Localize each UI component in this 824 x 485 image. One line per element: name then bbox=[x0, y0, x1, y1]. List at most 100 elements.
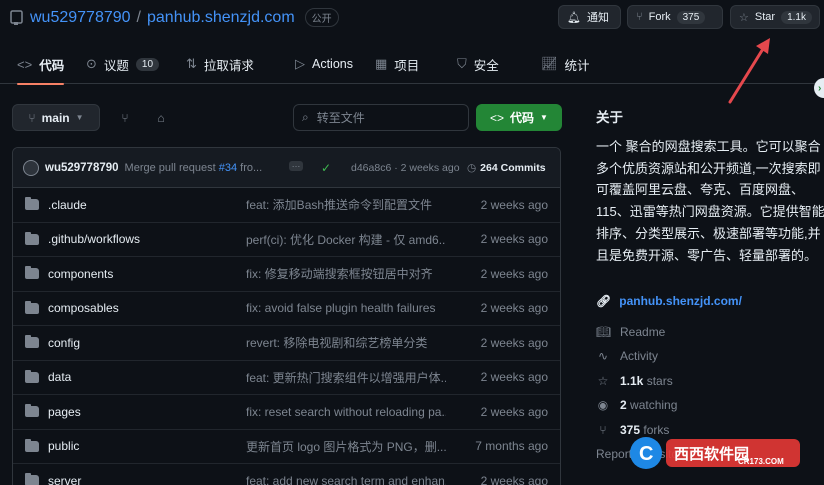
file-name[interactable]: components bbox=[48, 267, 113, 281]
fork-icon: ⑂ bbox=[636, 11, 643, 23]
tab-insights[interactable]: 📈︎ 统计 bbox=[541, 44, 590, 84]
commit-message[interactable]: Merge pull request #34 fro... bbox=[125, 162, 263, 174]
table-row[interactable]: pages fix: reset search without reloading… bbox=[13, 395, 560, 430]
commits-link[interactable]: ◷ 264 Commits bbox=[467, 162, 546, 174]
table-row[interactable]: config revert: 移除电视剧和综艺榜单分类 2 weeks ago bbox=[13, 326, 560, 361]
repo-owner-link[interactable]: wu529778790 bbox=[30, 9, 131, 27]
tab-pull-requests-label: 拉取请求 bbox=[203, 58, 254, 73]
activity-label: Activity bbox=[620, 349, 659, 363]
tab-issues[interactable]: ⊙ 议题 10 bbox=[86, 44, 160, 84]
pull-request-icon: ⇅ bbox=[186, 56, 197, 71]
file-name[interactable]: .github/workflows bbox=[48, 232, 140, 246]
code-button[interactable]: <> 代码 ▼ bbox=[476, 104, 562, 131]
folder-icon bbox=[25, 404, 39, 418]
star-label: Star bbox=[754, 11, 776, 23]
tab-code[interactable]: <> 代码 bbox=[17, 44, 65, 85]
repo-tabs: <> 代码 ⊙ 议题 10 ⇅ 拉取请求 ▷ Actions ▦ 项目 ⛉ 安全… bbox=[0, 44, 824, 85]
chevron-down-icon: ▼ bbox=[75, 113, 84, 122]
table-row[interactable]: server feat: add new search term and enha… bbox=[13, 464, 560, 485]
file-name[interactable]: config bbox=[48, 336, 80, 350]
file-commit-message[interactable]: perf(ci): 优化 Docker 构建 - 仅 amd6... bbox=[246, 231, 446, 248]
fork-icon: ⑂ bbox=[599, 423, 607, 437]
tab-actions[interactable]: ▷ Actions bbox=[295, 44, 353, 84]
code-button-label: 代码 bbox=[510, 111, 535, 125]
fork-button[interactable]: ⑂ Fork 375 bbox=[627, 5, 723, 29]
folder-icon bbox=[25, 197, 39, 211]
commit-sha-time[interactable]: d46a8c6 · 2 weeks ago bbox=[351, 162, 460, 174]
issue-icon: ⊙ bbox=[86, 56, 97, 71]
homepage-link[interactable]: 🔗︎ panhub.shenzjd.com/ bbox=[596, 294, 742, 308]
svg-text:C: C bbox=[639, 443, 653, 465]
branches-button[interactable]: ⑂ bbox=[112, 104, 138, 131]
fork-label: Fork bbox=[648, 11, 671, 23]
go-to-file-search[interactable]: ⌕ bbox=[293, 104, 469, 131]
file-date: 2 weeks ago bbox=[480, 370, 548, 385]
notify-button[interactable]: 🔔︎ 通知 bbox=[558, 5, 621, 29]
tags-button[interactable]: ⌂ bbox=[148, 104, 174, 131]
file-browser: wu529778790 Merge pull request #34 fro..… bbox=[12, 147, 561, 485]
about-description: 一个 聚合的网盘搜索工具。它可以聚合多个优质资源站和公开频道,一次搜索即可覆盖阿… bbox=[596, 139, 824, 263]
repo-name-link[interactable]: panhub.shenzjd.com bbox=[147, 9, 295, 27]
tab-insights-label: 统计 bbox=[564, 58, 590, 73]
tab-issues-label: 议题 bbox=[103, 58, 129, 73]
file-name[interactable]: composables bbox=[48, 301, 119, 315]
star-count: 1.1k bbox=[781, 10, 812, 24]
tab-projects[interactable]: ▦ 项目 bbox=[375, 44, 419, 84]
file-commit-message[interactable]: revert: 移除电视剧和综艺榜单分类 bbox=[246, 334, 427, 351]
tab-code-label: 代码 bbox=[39, 58, 65, 73]
folder-icon bbox=[25, 369, 39, 383]
tag-icon: ⌂ bbox=[157, 110, 165, 125]
file-commit-message[interactable]: 更新首页 logo 图片格式为 PNG，删... bbox=[246, 438, 446, 455]
book-icon: 📖︎ bbox=[596, 325, 612, 339]
branch-selector[interactable]: ⑂ main ▼ bbox=[12, 104, 100, 131]
branch-name: main bbox=[41, 110, 70, 125]
watching-count: 2 bbox=[620, 398, 627, 412]
file-name[interactable]: .claude bbox=[48, 198, 87, 212]
tab-pull-requests[interactable]: ⇅ 拉取请求 bbox=[186, 44, 254, 84]
tab-security[interactable]: ⛉ 安全 bbox=[457, 44, 499, 84]
repo-header: wu529778790 / panhub.shenzjd.com 公开 🔔︎ 通… bbox=[0, 0, 824, 44]
file-name[interactable]: server bbox=[48, 474, 81, 485]
search-input[interactable] bbox=[316, 110, 457, 125]
table-row[interactable]: data feat: 更新热门搜索组件以增强用户体... 2 weeks ago bbox=[13, 361, 560, 395]
history-icon: ◷ bbox=[467, 161, 477, 174]
table-row[interactable]: .claude feat: 添加Bash推送命令到配置文件 2 weeks ago bbox=[13, 188, 560, 223]
file-date: 2 weeks ago bbox=[480, 335, 548, 350]
folder-icon bbox=[25, 266, 39, 280]
pulse-icon: ∿ bbox=[597, 349, 609, 363]
commit-author[interactable]: wu529778790 bbox=[45, 162, 119, 174]
tab-projects-label: 项目 bbox=[394, 58, 420, 73]
notify-label: 通知 bbox=[586, 12, 609, 24]
table-row[interactable]: .github/workflows perf(ci): 优化 Docker 构建 … bbox=[13, 223, 560, 257]
table-row[interactable]: composables fix: avoid false plugin healt… bbox=[13, 292, 560, 326]
file-name[interactable]: data bbox=[48, 370, 71, 384]
folder-icon bbox=[25, 300, 39, 314]
file-commit-message[interactable]: fix: 修复移动端搜索框按钮居中对齐 bbox=[246, 265, 433, 282]
stars-link[interactable]: ☆ 1.1k stars bbox=[596, 374, 673, 388]
table-row[interactable]: components fix: 修复移动端搜索框按钮居中对齐 2 weeks ago bbox=[13, 257, 560, 292]
fork-count: 375 bbox=[676, 10, 706, 24]
stars-count: 1.1k bbox=[620, 374, 644, 388]
file-name[interactable]: pages bbox=[48, 405, 81, 419]
file-commit-message[interactable]: feat: 更新热门搜索组件以增强用户体... bbox=[246, 369, 446, 386]
table-row[interactable]: public 更新首页 logo 图片格式为 PNG，删... 7 months a… bbox=[13, 430, 560, 464]
table-icon: ▦ bbox=[375, 56, 388, 71]
file-commit-message[interactable]: feat: add new search term and enhan... bbox=[246, 474, 446, 485]
file-name[interactable]: public bbox=[48, 439, 79, 453]
expand-commit-button[interactable]: … bbox=[289, 160, 303, 171]
readme-link[interactable]: 📖︎ Readme bbox=[596, 325, 665, 339]
star-icon: ☆ bbox=[597, 374, 609, 388]
watching-link[interactable]: ◉ 2 watching bbox=[596, 398, 678, 412]
star-button[interactable]: ☆ Star 1.1k bbox=[730, 5, 820, 29]
file-commit-message[interactable]: fix: reset search without reloading pa..… bbox=[246, 405, 446, 419]
shield-icon: ⛉ bbox=[457, 56, 467, 71]
file-list: .claude feat: 添加Bash推送命令到配置文件 2 weeks ago.… bbox=[13, 188, 560, 485]
activity-link[interactable]: ∿ Activity bbox=[596, 349, 658, 363]
file-commit-message[interactable]: fix: avoid false plugin health failures bbox=[246, 301, 435, 315]
avatar[interactable] bbox=[23, 159, 39, 176]
file-commit-message[interactable]: feat: 添加Bash推送命令到配置文件 bbox=[246, 196, 432, 213]
file-date: 2 weeks ago bbox=[480, 473, 548, 485]
readme-label: Readme bbox=[620, 325, 666, 339]
folder-icon bbox=[25, 473, 39, 485]
file-date: 7 months ago bbox=[475, 439, 548, 454]
